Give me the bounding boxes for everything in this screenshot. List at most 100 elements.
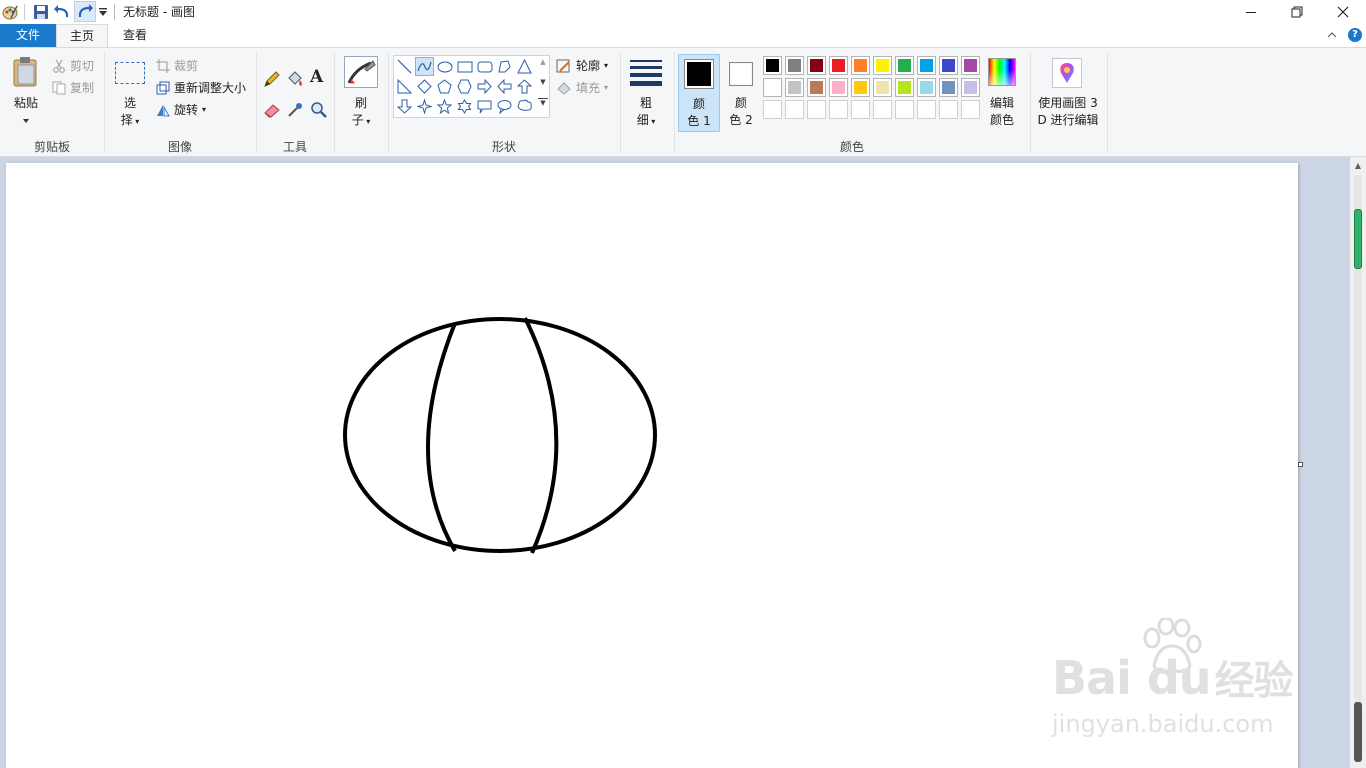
customize-toolbar-icon[interactable] xyxy=(98,6,108,18)
palette-custom-slot[interactable] xyxy=(807,100,826,119)
curve-shape-icon[interactable] xyxy=(415,57,434,76)
polygon-shape-icon[interactable] xyxy=(495,57,514,76)
pencil-icon[interactable] xyxy=(263,70,281,88)
vertical-scrollbar[interactable]: ▲ xyxy=(1350,157,1366,768)
minimize-button[interactable] xyxy=(1228,0,1274,24)
drawing-canvas[interactable]: Bai du 经验 jingyan.baidu.com xyxy=(6,163,1298,768)
palette-custom-slot[interactable] xyxy=(917,100,936,119)
brushes-button[interactable]: 刷 子 ▾ xyxy=(342,54,380,130)
scroll-up-icon[interactable]: ▲ xyxy=(1350,157,1366,174)
shapes-scroll-down-icon[interactable]: ▼ xyxy=(538,78,548,94)
text-tool-icon[interactable]: A xyxy=(310,67,328,87)
fill-button[interactable]: 填充 ▾ xyxy=(556,79,608,96)
down-arrow-shape-icon[interactable] xyxy=(395,97,414,116)
resize-button[interactable]: 重新调整大小 xyxy=(156,79,246,96)
triangle-shape-icon[interactable] xyxy=(515,57,534,76)
right-triangle-shape-icon[interactable] xyxy=(395,77,414,96)
edit-with-paint3d-button[interactable]: 使用画图 3 D 进行编辑 xyxy=(1034,54,1102,132)
undo-icon[interactable] xyxy=(54,3,72,21)
pentagon-shape-icon[interactable] xyxy=(435,77,454,96)
palette-custom-slot[interactable] xyxy=(895,100,914,119)
palette-custom-slot[interactable] xyxy=(961,100,980,119)
palette-swatch[interactable] xyxy=(763,78,782,97)
palette-swatch[interactable] xyxy=(873,56,892,75)
select-label-bottom: 择 xyxy=(120,113,133,127)
cut-button[interactable]: 剪切 xyxy=(52,57,94,74)
palette-custom-slot[interactable] xyxy=(829,100,848,119)
hexagon-shape-icon[interactable] xyxy=(455,77,474,96)
size-button[interactable]: 粗 细 ▾ xyxy=(626,54,666,130)
tab-home[interactable]: 主页 xyxy=(56,24,108,48)
shapes-scroll-up-icon[interactable]: ▲ xyxy=(538,58,548,74)
left-arrow-shape-icon[interactable] xyxy=(495,77,514,96)
maximize-button[interactable] xyxy=(1274,0,1320,24)
select-button[interactable]: 选 择 ▾ xyxy=(112,56,148,130)
color1-button[interactable]: 颜 色 1 xyxy=(678,54,720,132)
close-button[interactable] xyxy=(1320,0,1366,24)
palette-custom-slot[interactable] xyxy=(939,100,958,119)
palette-swatch[interactable] xyxy=(917,56,936,75)
tab-view[interactable]: 查看 xyxy=(108,24,162,47)
palette-swatch[interactable] xyxy=(939,78,958,97)
edit-colors-button[interactable]: 编辑 颜色 xyxy=(986,54,1020,132)
crop-button[interactable]: 裁剪 xyxy=(156,57,198,74)
palette-swatch[interactable] xyxy=(917,78,936,97)
app-icon[interactable] xyxy=(2,4,18,20)
eraser-icon[interactable] xyxy=(263,101,281,119)
palette-swatch[interactable] xyxy=(785,78,804,97)
redo-icon[interactable] xyxy=(74,1,96,22)
palette-custom-slot[interactable] xyxy=(785,100,804,119)
palette-custom-slot[interactable] xyxy=(873,100,892,119)
palette-swatch[interactable] xyxy=(895,56,914,75)
save-icon[interactable] xyxy=(33,4,49,20)
palette-swatch[interactable] xyxy=(939,56,958,75)
rounded-rectangle-shape-icon[interactable] xyxy=(475,57,494,76)
palette-swatch[interactable] xyxy=(851,78,870,97)
rectangular-callout-shape-icon[interactable] xyxy=(475,97,494,116)
shapes-expand-icon[interactable]: ▼ xyxy=(538,98,548,114)
palette-swatch[interactable] xyxy=(807,56,826,75)
color1-label-top: 颜 xyxy=(692,97,705,111)
oval-callout-shape-icon[interactable] xyxy=(495,97,514,116)
palette-swatch[interactable] xyxy=(829,78,848,97)
right-arrow-shape-icon[interactable] xyxy=(475,77,494,96)
selection-icon xyxy=(115,62,145,84)
colors-group-label: 颜色 xyxy=(839,140,864,154)
paste-button[interactable]: 粘贴 xyxy=(6,52,46,128)
palette-swatch[interactable] xyxy=(851,56,870,75)
color2-button[interactable]: 颜 色 2 xyxy=(722,54,762,132)
canvas-resize-handle-right[interactable] xyxy=(1298,462,1303,467)
magnifier-icon[interactable] xyxy=(310,101,328,119)
tab-file[interactable]: 文件 xyxy=(0,24,56,47)
palette-custom-slot[interactable] xyxy=(851,100,870,119)
fill-bucket-icon[interactable] xyxy=(286,70,304,88)
palette-swatch[interactable] xyxy=(829,56,848,75)
palette-swatch[interactable] xyxy=(961,56,980,75)
paint3d-icon xyxy=(1052,58,1082,88)
outline-button[interactable]: 轮廓 ▾ xyxy=(556,57,608,74)
four-point-star-shape-icon[interactable] xyxy=(415,97,434,116)
palette-swatch[interactable] xyxy=(763,56,782,75)
color-picker-icon[interactable] xyxy=(286,101,304,119)
palette-swatch[interactable] xyxy=(895,78,914,97)
scroll-bottom-thumb[interactable] xyxy=(1354,702,1362,762)
palette-swatch-color xyxy=(876,81,889,94)
oval-shape-icon[interactable] xyxy=(435,57,454,76)
palette-swatch[interactable] xyxy=(807,78,826,97)
palette-swatch[interactable] xyxy=(961,78,980,97)
palette-swatch[interactable] xyxy=(785,56,804,75)
rectangle-shape-icon[interactable] xyxy=(455,57,474,76)
scroll-thumb[interactable] xyxy=(1354,209,1362,269)
copy-button[interactable]: 复制 xyxy=(52,79,94,96)
line-shape-icon[interactable] xyxy=(395,57,414,76)
six-point-star-shape-icon[interactable] xyxy=(455,97,474,116)
cloud-callout-shape-icon[interactable] xyxy=(515,97,534,116)
palette-swatch[interactable] xyxy=(873,78,892,97)
rotate-button[interactable]: 旋转 ▾ xyxy=(156,101,206,118)
diamond-shape-icon[interactable] xyxy=(415,77,434,96)
five-point-star-shape-icon[interactable] xyxy=(435,97,454,116)
up-arrow-shape-icon[interactable] xyxy=(515,77,534,96)
palette-custom-slot[interactable] xyxy=(763,100,782,119)
help-icon[interactable]: ? xyxy=(1348,28,1362,42)
collapse-ribbon-icon[interactable] xyxy=(1326,29,1338,41)
